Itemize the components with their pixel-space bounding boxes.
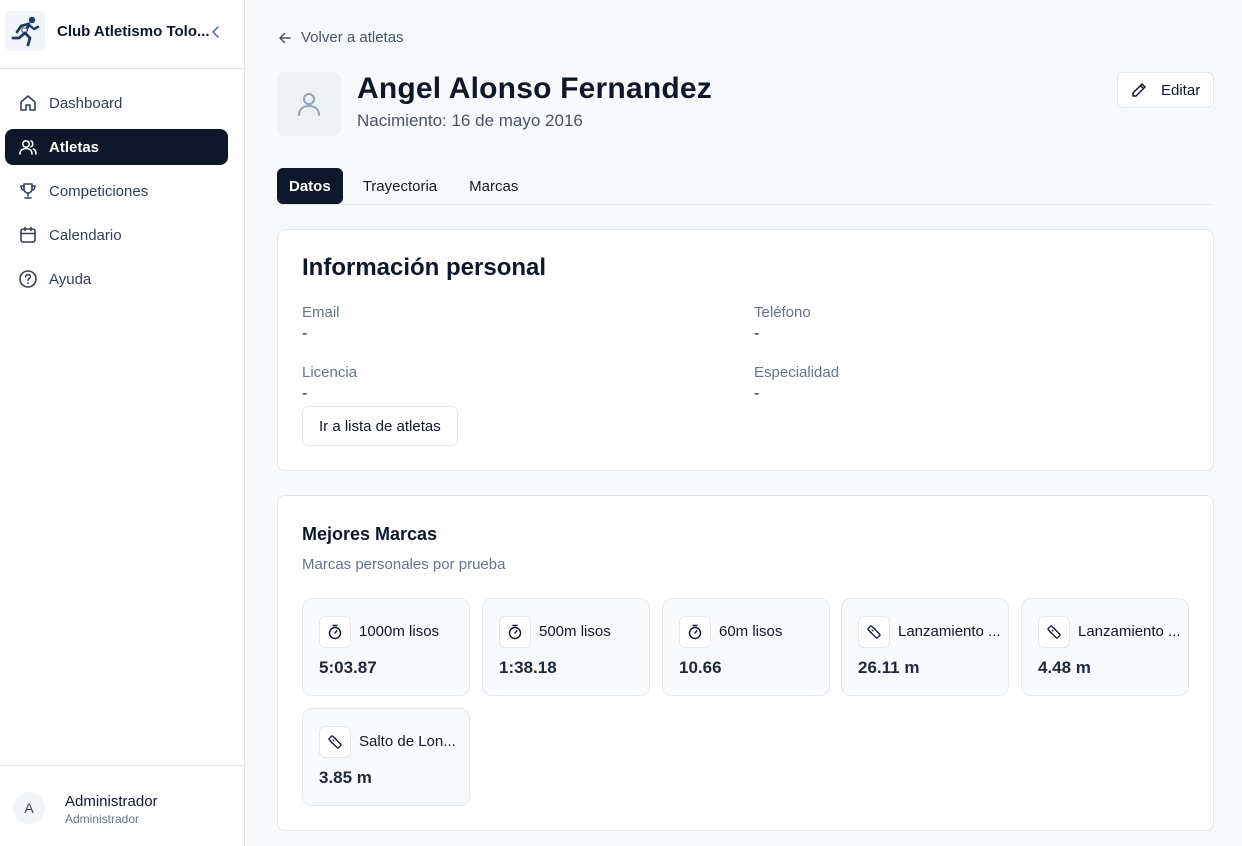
timer-icon <box>319 616 351 648</box>
mark-name: Lanzamiento ... <box>898 623 1001 640</box>
back-link-label: Volver a atletas <box>301 29 404 46</box>
club-name: Club Atletismo Tolo... <box>57 23 210 40</box>
sidebar-item-dashboard[interactable]: Dashboard <box>5 85 228 121</box>
page-title: Angel Alonso Fernandez <box>357 72 712 105</box>
runner-logo-icon[interactable] <box>5 11 45 51</box>
email-value: - <box>302 325 308 342</box>
best-marks-card: Mejores Marcas Marcas personales por pru… <box>277 495 1214 831</box>
mark-name: Lanzamiento ... <box>1078 623 1181 640</box>
mark-value: 26.11 m <box>858 658 920 677</box>
user-role: Administrador <box>65 812 140 826</box>
mark-card[interactable]: Lanzamiento ... 26.11 m <box>841 598 1009 696</box>
chevron-left-icon[interactable] <box>209 24 223 40</box>
sidebar-item-atletas[interactable]: Atletas <box>5 129 228 165</box>
mark-name: 500m lisos <box>539 623 611 640</box>
mark-card[interactable]: 1000m lisos 5:03.87 <box>302 598 470 696</box>
mark-card[interactable]: 500m lisos 1:38.18 <box>482 598 650 696</box>
best-marks-title: Mejores Marcas <box>302 524 438 544</box>
go-to-athletes-button[interactable]: Ir a lista de atletas <box>302 406 458 446</box>
mark-value: 10.66 <box>679 658 722 677</box>
pencil-icon <box>1131 82 1161 98</box>
user-profile[interactable]: A Administrador Administrador <box>0 765 244 846</box>
mark-value: 3.85 m <box>319 768 372 787</box>
specialty-value: - <box>754 385 760 402</box>
sidebar-item-ayuda[interactable]: Ayuda <box>5 261 228 297</box>
edit-button[interactable]: Editar <box>1117 72 1214 108</box>
sidebar-item-label: Dashboard <box>49 94 123 112</box>
tab-marcas[interactable]: Marcas <box>457 168 530 204</box>
main-content: Volver a atletas Angel Alonso Fernandez … <box>245 0 1242 846</box>
sidebar: Club Atletismo Tolo... Dashboard Atletas… <box>0 0 245 846</box>
phone-value: - <box>754 325 760 342</box>
sidebar-item-label: Ayuda <box>49 270 92 288</box>
sidebar-item-label: Competiciones <box>49 182 149 200</box>
user-placeholder-icon <box>277 72 341 136</box>
personal-info-title: Información personal <box>302 254 547 281</box>
home-icon <box>18 93 38 113</box>
back-link[interactable]: Volver a atletas <box>278 29 404 46</box>
tab-datos[interactable]: Datos <box>277 168 343 204</box>
edit-button-label: Editar <box>1161 81 1201 99</box>
arrow-left-icon <box>278 31 301 45</box>
user-name: Administrador <box>65 793 158 810</box>
sidebar-item-label: Calendario <box>49 226 122 244</box>
mark-name: 60m lisos <box>719 623 783 640</box>
mark-value: 4.48 m <box>1038 658 1091 677</box>
ruler-icon <box>319 726 351 758</box>
birth-date: Nacimiento: 16 de mayo 2016 <box>357 111 583 130</box>
trophy-icon <box>18 181 38 201</box>
mark-card[interactable]: Salto de Lon... 3.85 m <box>302 708 470 806</box>
license-label: Licencia <box>302 364 358 381</box>
sidebar-item-calendario[interactable]: Calendario <box>5 217 228 253</box>
mark-name: Salto de Lon... <box>359 733 456 750</box>
help-circle-icon <box>18 269 38 289</box>
phone-label: Teléfono <box>754 304 811 321</box>
tab-trayectoria[interactable]: Trayectoria <box>351 168 449 204</box>
avatar: A <box>13 792 45 824</box>
calendar-icon <box>18 225 38 245</box>
mark-name: 1000m lisos <box>359 623 440 640</box>
mark-card[interactable]: 60m lisos 10.66 <box>662 598 830 696</box>
timer-icon <box>679 616 711 648</box>
timer-icon <box>499 616 531 648</box>
ruler-icon <box>858 616 890 648</box>
sidebar-item-competiciones[interactable]: Competiciones <box>5 173 228 209</box>
mark-card[interactable]: Lanzamiento ... 4.48 m <box>1021 598 1189 696</box>
sidebar-item-label: Atletas <box>49 138 100 156</box>
mark-value: 5:03.87 <box>319 658 377 677</box>
mark-value: 1:38.18 <box>499 658 557 677</box>
ruler-icon <box>1038 616 1070 648</box>
email-label: Email <box>302 304 340 321</box>
best-marks-subtitle: Marcas personales por prueba <box>302 556 506 573</box>
personal-info-card: Información personal Email - Teléfono - … <box>277 229 1214 471</box>
license-value: - <box>302 385 308 402</box>
users-icon <box>18 137 38 157</box>
sidebar-nav: Dashboard Atletas Competiciones Calendar… <box>5 85 228 305</box>
sidebar-header: Club Atletismo Tolo... <box>0 0 244 69</box>
tab-bar: Datos Trayectoria Marcas <box>277 168 1214 205</box>
specialty-label: Especialidad <box>754 364 840 381</box>
